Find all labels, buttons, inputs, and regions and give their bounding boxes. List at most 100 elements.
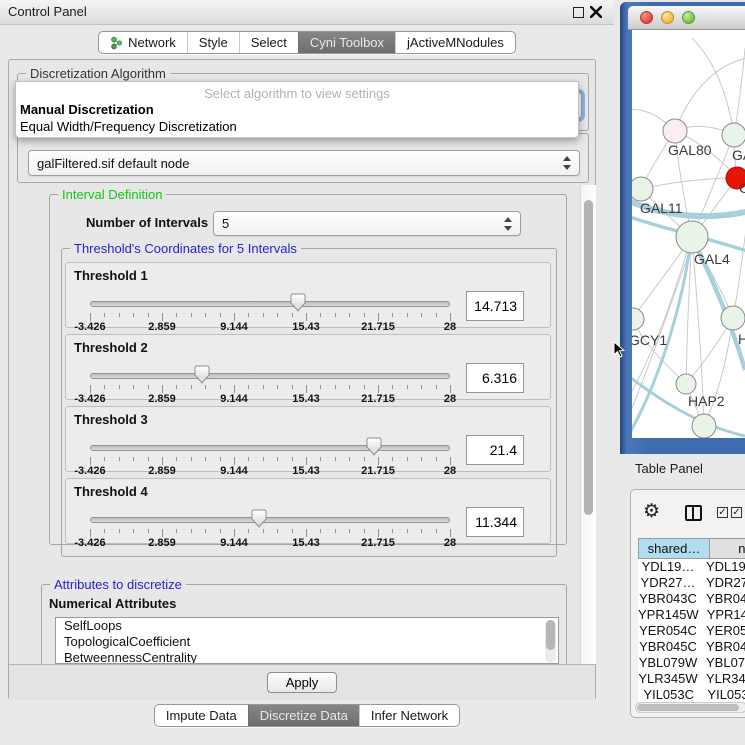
cell-shared-name[interactable]: YIL053C: [638, 687, 699, 702]
slider-track[interactable]: [90, 373, 450, 379]
cell-name[interactable]: YIL053C: [699, 687, 745, 702]
table-data-combobox[interactable]: galFiltered.sif default node: [28, 150, 580, 176]
gear-icon[interactable]: ⚙: [643, 502, 660, 521]
hscrollbar-thumb[interactable]: [637, 704, 739, 711]
table-row[interactable]: YBR043CYBR043C: [638, 591, 745, 607]
slider-handle[interactable]: [251, 509, 267, 528]
cell-shared-name[interactable]: YPR145W: [638, 607, 699, 623]
tick: [90, 457, 91, 465]
tab-select[interactable]: Select: [239, 32, 298, 53]
cell-name[interactable]: YDR27…: [698, 575, 745, 591]
tab-infer-network[interactable]: Infer Network: [359, 705, 459, 726]
tick: [119, 529, 120, 533]
slider-handle[interactable]: [366, 437, 382, 456]
threshold-value-field[interactable]: 21.4: [466, 435, 524, 465]
column-header-name[interactable]: name: [710, 538, 745, 559]
node-left[interactable]: [632, 177, 653, 201]
table-row[interactable]: YER054CYER054C: [638, 623, 745, 639]
apply-button[interactable]: Apply: [267, 672, 338, 693]
tick: [277, 385, 278, 389]
checkbox-icon-1[interactable]: ✓: [717, 507, 728, 518]
table-row[interactable]: YDL19…YDL19…: [638, 559, 745, 575]
cell-shared-name[interactable]: YBR045C: [638, 639, 698, 655]
table-row[interactable]: YIL053CYIL053C: [638, 687, 745, 702]
slider-track[interactable]: [90, 445, 450, 451]
table-row[interactable]: YBR045CYBR045C: [638, 639, 745, 655]
tick: [378, 457, 379, 465]
tick: [450, 385, 451, 393]
tab-discretize-data[interactable]: Discretize Data: [248, 705, 359, 726]
cell-name[interactable]: YPR145W: [699, 607, 745, 623]
cell-shared-name[interactable]: YBR043C: [638, 591, 698, 607]
tab-cyni-toolbox[interactable]: Cyni Toolbox: [298, 32, 395, 53]
slider-track[interactable]: [90, 301, 450, 307]
cell-shared-name[interactable]: YER054C: [638, 623, 698, 639]
tick: [407, 313, 408, 317]
attributes-scrollbar[interactable]: [545, 620, 556, 663]
slider-handle[interactable]: [194, 365, 210, 384]
close-icon[interactable]: [590, 6, 602, 18]
float-window-icon[interactable]: [573, 7, 584, 18]
slider-handle[interactable]: [290, 293, 306, 312]
interval-definition-label: Interval Definition: [58, 187, 166, 202]
tick: [436, 529, 437, 533]
checkbox-icon-2[interactable]: ✓: [731, 507, 742, 518]
table-row[interactable]: YPR145WYPR145W: [638, 607, 745, 623]
num-intervals-combobox[interactable]: 5: [213, 211, 521, 236]
cell-name[interactable]: YDL19…: [698, 559, 745, 575]
tick: [176, 529, 177, 533]
tick: [378, 529, 379, 537]
threshold-box-2: Threshold 2-3.4262.8599.14415.4321.71528…: [65, 334, 551, 400]
node-gal80[interactable]: [663, 119, 687, 143]
table-data-group: Table Data galFiltered.sif default node: [17, 133, 589, 183]
dropdown-option-equal-width[interactable]: Equal Width/Frequency Discretization: [20, 119, 237, 134]
scrollbar-thumb[interactable]: [584, 200, 593, 515]
dropdown-option-manual[interactable]: Manual Discretization: [20, 102, 154, 117]
table-row[interactable]: YDR27…YDR27…: [638, 575, 745, 591]
tab-network[interactable]: Network: [99, 32, 187, 53]
zoom-traffic-light[interactable]: [682, 11, 695, 24]
cell-shared-name[interactable]: YDR27…: [638, 575, 698, 591]
slider-track[interactable]: [90, 517, 450, 523]
cell-name[interactable]: YER054C: [698, 623, 745, 639]
node-right[interactable]: [721, 306, 745, 330]
cell-shared-name[interactable]: YBL079W: [638, 655, 698, 671]
node-hap2[interactable]: [676, 374, 696, 394]
tab-impute-data[interactable]: Impute Data: [155, 705, 248, 726]
network-canvas[interactable]: GAL80 GA GAL11 C GAL4 GCY1 H HAP2: [632, 30, 745, 438]
network-icon: [110, 36, 123, 50]
cell-shared-name[interactable]: YDL19…: [638, 559, 698, 575]
cell-name[interactable]: YLR345W: [698, 671, 745, 687]
attribute-item[interactable]: BetweennessCentrality: [56, 650, 558, 664]
table-row[interactable]: YLR345WYLR345W: [638, 671, 745, 687]
threshold-value-field[interactable]: 14.713: [466, 291, 524, 321]
cell-name[interactable]: YBL079W: [698, 655, 745, 671]
node-top-right[interactable]: [722, 123, 745, 147]
attribute-item[interactable]: TopologicalCoefficient: [56, 634, 558, 650]
tab-jactivemnodules[interactable]: jActiveMNodules: [395, 32, 515, 53]
threshold-value-field[interactable]: 6.316: [466, 363, 524, 393]
node-bottom[interactable]: [692, 414, 716, 438]
settings-scrollbar[interactable]: [580, 185, 596, 664]
attribute-item[interactable]: SelfLoops: [56, 618, 558, 634]
thresholds-group-label: Threshold's Coordinates for 5 Intervals: [70, 241, 301, 256]
columns-icon[interactable]: [685, 505, 702, 521]
threshold-value-field[interactable]: 11.344: [466, 507, 524, 537]
tick-label: 15.43: [276, 537, 336, 549]
cell-shared-name[interactable]: YLR345W: [638, 671, 698, 687]
column-header-shared[interactable]: shared…: [638, 538, 710, 559]
numerical-attributes-list[interactable]: SelfLoopsTopologicalCoefficientBetweenne…: [55, 617, 559, 664]
tab-style[interactable]: Style: [187, 32, 239, 53]
table-hscrollbar[interactable]: [635, 702, 745, 713]
node-gcy1[interactable]: [632, 308, 644, 330]
tick: [248, 529, 249, 533]
num-intervals-label: Number of Intervals: [86, 215, 208, 230]
minimize-traffic-light[interactable]: [661, 11, 674, 24]
tick: [162, 529, 163, 537]
table-row[interactable]: YBL079WYBL079W: [638, 655, 745, 671]
cell-name[interactable]: YBR043C: [698, 591, 745, 607]
cell-name[interactable]: YBR045C: [698, 639, 745, 655]
close-traffic-light[interactable]: [640, 11, 653, 24]
node-gal4[interactable]: [676, 221, 708, 253]
tick: [320, 457, 321, 461]
